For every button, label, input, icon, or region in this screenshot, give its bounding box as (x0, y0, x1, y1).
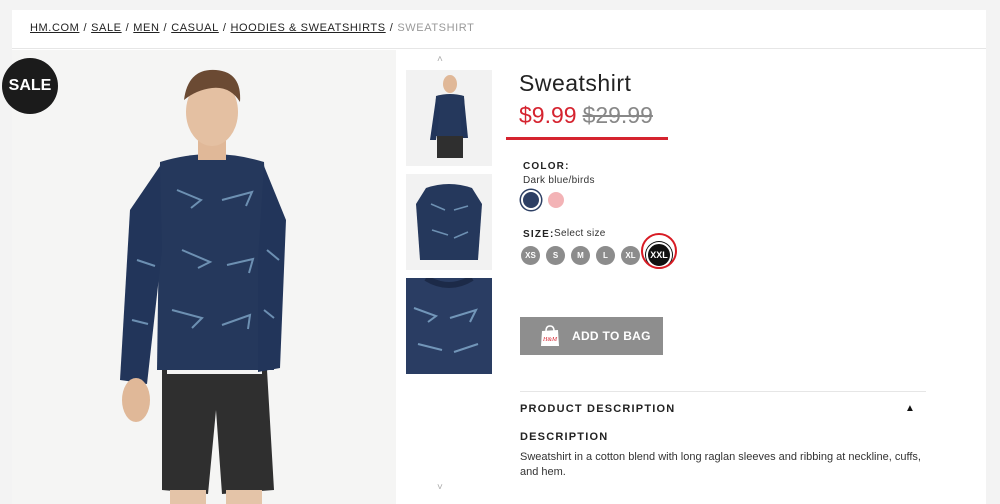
size-button-s[interactable]: S (546, 246, 565, 265)
breadcrumb-link-hoodies[interactable]: HOODIES & SWEATSHIRTS (230, 22, 385, 34)
size-annotation-circle (641, 233, 677, 269)
thumbnail-front-image (406, 174, 492, 270)
breadcrumb-link-hm[interactable]: HM.COM (30, 22, 79, 34)
thumbnail-model[interactable] (406, 70, 492, 166)
breadcrumb: HM.COM / SALE / MEN / CASUAL / HOODIES & SWEATSH… (30, 22, 474, 34)
thumbnail-detail[interactable] (406, 278, 492, 374)
breadcrumb-separator: / (222, 22, 227, 34)
svg-text:H&M: H&M (542, 337, 558, 343)
main-product-image[interactable] (12, 50, 396, 504)
product-page: HM.COM / SALE / MEN / CASUAL / HOODIES & SWEATSH… (2, 10, 986, 504)
breadcrumb-link-men[interactable]: MEN (133, 22, 159, 34)
price-annotation-underline (506, 137, 668, 140)
chevron-up-icon[interactable]: ▲ (905, 403, 915, 414)
breadcrumb-separator: / (125, 22, 130, 34)
thumbnail-front[interactable] (406, 174, 492, 270)
breadcrumb-current: SWEATSHIRT (397, 22, 475, 34)
breadcrumb-separator: / (83, 22, 88, 34)
size-button-m[interactable]: M (571, 246, 590, 265)
thumbnail-model-image (406, 70, 492, 166)
description-text: Sweatshirt in a cotton blend with long r… (520, 451, 921, 478)
description-divider (520, 391, 926, 392)
product-title: Sweatshirt (519, 70, 632, 96)
original-price: $29.99 (582, 102, 653, 128)
description-subheading: DESCRIPTION (520, 431, 609, 443)
thumbnail-up-arrow[interactable]: ˄ (437, 54, 443, 65)
size-hint: Select size (554, 228, 606, 239)
product-description-heading[interactable]: PRODUCT DESCRIPTION (520, 403, 675, 415)
model-photo (12, 50, 396, 504)
sale-badge-icon: SALE (2, 58, 58, 114)
sale-price: $9.99 (519, 102, 577, 128)
thumbnail-detail-image (406, 278, 492, 374)
breadcrumb-link-sale[interactable]: SALE (91, 22, 122, 34)
breadcrumb-link-casual[interactable]: CASUAL (171, 22, 219, 34)
color-value: Dark blue/birds (523, 175, 595, 186)
size-label: SIZE: (523, 229, 555, 240)
shopping-bag-icon: H&M (540, 325, 560, 347)
size-button-l[interactable]: L (596, 246, 615, 265)
size-button-xs[interactable]: XS (521, 246, 540, 265)
add-to-bag-button[interactable]: H&M ADD TO BAG (520, 317, 663, 355)
price-row: $9.99 $29.99 (519, 102, 653, 129)
size-button-xl[interactable]: XL (621, 246, 640, 265)
breadcrumb-separator: / (389, 22, 394, 34)
thumbnail-down-arrow[interactable]: ˅ (437, 482, 443, 493)
color-swatch-dark-blue[interactable] (521, 190, 541, 210)
color-label: COLOR: (523, 161, 570, 172)
breadcrumb-divider (12, 48, 986, 49)
color-swatch-pink[interactable] (546, 190, 566, 210)
breadcrumb-separator: / (163, 22, 168, 34)
add-to-bag-label: ADD TO BAG (572, 329, 651, 343)
